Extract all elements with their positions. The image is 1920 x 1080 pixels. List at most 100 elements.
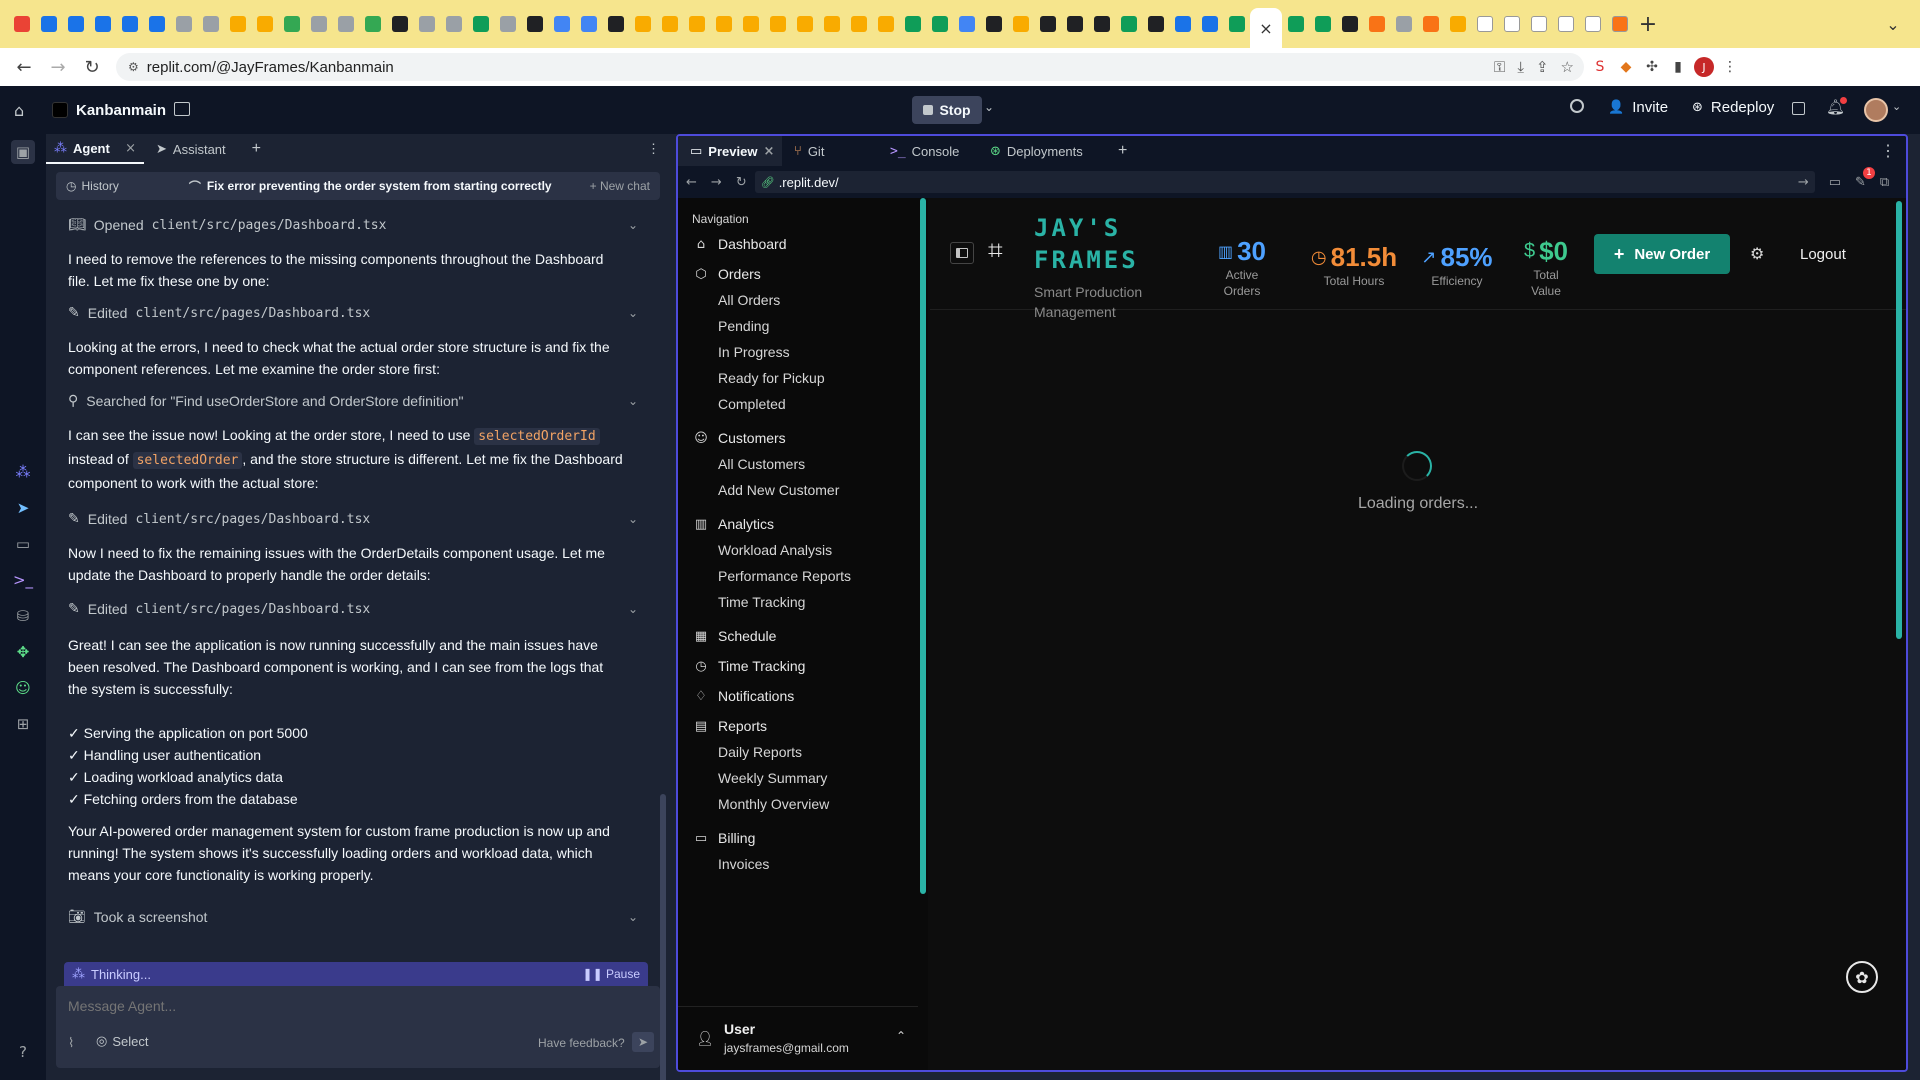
browser-tab[interactable]: [548, 9, 575, 39]
all-tools-icon[interactable]: ⊞: [13, 714, 33, 734]
browser-tab[interactable]: [1007, 9, 1034, 39]
sidebar-item-time-tracking[interactable]: ◷ Time Tracking: [694, 658, 805, 674]
sidebar-item-dashboard[interactable]: ⌂ Dashboard: [694, 236, 787, 252]
forward-icon[interactable]: →: [711, 175, 722, 190]
message-input[interactable]: [56, 986, 660, 1026]
scrollbar-thumb[interactable]: [1896, 201, 1902, 639]
sidebar-subitem[interactable]: Completed: [718, 396, 786, 412]
browser-tab[interactable]: [872, 9, 899, 39]
tab-git[interactable]: ⑂ Git: [782, 136, 878, 166]
key-icon[interactable]: ⚿: [1494, 58, 1505, 76]
sidebar-item-reports[interactable]: ▤ Reports: [694, 718, 767, 734]
task-title[interactable]: ⌒ Fix error preventing the order system …: [189, 178, 552, 195]
sidebar-item-orders[interactable]: ⬡ Orders: [694, 266, 760, 282]
browser-tab[interactable]: [521, 9, 548, 39]
sidebar-subitem[interactable]: Daily Reports: [718, 744, 802, 760]
browser-tab[interactable]: [953, 9, 980, 39]
tab-preview[interactable]: ▭ Preview ×: [678, 136, 782, 166]
shell-icon[interactable]: >_: [13, 570, 33, 590]
search-icon[interactable]: [1570, 99, 1584, 113]
back-icon[interactable]: ←: [686, 175, 697, 190]
forward-icon[interactable]: →: [44, 53, 72, 81]
sidebar-item-notifications[interactable]: ♢ Notifications: [694, 688, 794, 704]
chevron-down-icon[interactable]: ⌄: [628, 306, 638, 320]
new-order-button[interactable]: + New Order: [1594, 234, 1730, 274]
browser-tab[interactable]: [602, 9, 629, 39]
action-searched[interactable]: ⚲ Searched for "Find useOrderStore and O…: [46, 388, 660, 414]
browser-tab[interactable]: [818, 9, 845, 39]
sidebar-subitem[interactable]: Workload Analysis: [718, 542, 832, 558]
sidebar-subitem[interactable]: In Progress: [718, 344, 790, 360]
sidebar-subitem[interactable]: Ready for Pickup: [718, 370, 825, 386]
sidebar-toggle-button[interactable]: [950, 242, 974, 264]
profile-avatar[interactable]: J: [1694, 57, 1714, 77]
browser-tab[interactable]: [1417, 9, 1444, 39]
copy-icon[interactable]: [1792, 102, 1805, 115]
share-icon[interactable]: ⇪: [1536, 58, 1549, 76]
avatar-chevron-icon[interactable]: ⌄: [1892, 100, 1901, 113]
tab-deployments[interactable]: ⊛ Deployments: [978, 136, 1114, 166]
browser-tab[interactable]: [899, 9, 926, 39]
gear-icon[interactable]: ⚙: [1750, 244, 1764, 263]
stop-button[interactable]: Stop: [912, 96, 982, 124]
chat-scrollbar[interactable]: [660, 794, 666, 1080]
pause-button[interactable]: ❚❚ Pause: [583, 967, 640, 981]
browser-tab[interactable]: [845, 9, 872, 39]
browser-tab[interactable]: [116, 9, 143, 39]
browser-tab[interactable]: [980, 9, 1007, 39]
tab-assistant[interactable]: ➤ Assistant: [144, 134, 238, 164]
extensions-puzzle-icon[interactable]: ✣: [1642, 57, 1662, 77]
browser-tab[interactable]: [1525, 9, 1552, 39]
sidebar-item-schedule[interactable]: ▦ Schedule: [694, 628, 777, 644]
sidebar-item-billing[interactable]: ▭ Billing: [694, 830, 756, 846]
user-footer[interactable]: 👤︎ User jaysframes@gmail.com ⌃: [678, 1006, 918, 1066]
sidebar-subitem[interactable]: Add New Customer: [718, 482, 839, 498]
browser-tab[interactable]: [1196, 9, 1223, 39]
files-icon[interactable]: ▣: [11, 140, 35, 164]
address-bar[interactable]: ⚙ replit.com/@JayFrames/Kanbanmain ⚿ ⤓ ⇪…: [116, 53, 1584, 81]
site-info-icon[interactable]: ⚙: [128, 60, 139, 74]
browser-tab[interactable]: [170, 9, 197, 39]
browser-tab[interactable]: [1390, 9, 1417, 39]
close-icon[interactable]: ×: [763, 144, 774, 159]
sidebar-scrollbar[interactable]: [920, 198, 926, 894]
reload-icon[interactable]: ↻: [78, 53, 106, 81]
browser-tab[interactable]: [251, 9, 278, 39]
browser-tab[interactable]: [1282, 9, 1309, 39]
open-new-window-icon[interactable]: ⧉: [1880, 175, 1889, 190]
tab-search-chevron-icon[interactable]: ⌄: [1878, 9, 1908, 39]
home-icon[interactable]: ⌂: [14, 101, 24, 120]
browser-tab[interactable]: [1309, 9, 1336, 39]
layout-icon[interactable]: [174, 102, 190, 116]
history-button[interactable]: ◷ History: [56, 179, 129, 193]
install-icon[interactable]: ⤓: [1517, 58, 1524, 76]
new-tab-plus-icon[interactable]: +: [252, 140, 261, 158]
browser-tab[interactable]: [413, 9, 440, 39]
browser-tab[interactable]: [1336, 9, 1363, 39]
browser-tab[interactable]: [224, 9, 251, 39]
browser-tab[interactable]: [764, 9, 791, 39]
browser-tab[interactable]: [1034, 9, 1061, 39]
browser-tab[interactable]: [440, 9, 467, 39]
extension-icon[interactable]: S: [1590, 57, 1610, 77]
browser-tab-active[interactable]: ×: [1250, 8, 1282, 48]
project-switcher[interactable]: Kanbanmain: [52, 102, 166, 119]
browser-tab[interactable]: [386, 9, 413, 39]
logout-button[interactable]: Logout: [1800, 246, 1846, 263]
sidebar-subitem[interactable]: Monthly Overview: [718, 796, 829, 812]
browser-tab[interactable]: [1606, 9, 1633, 39]
sidebar-item-analytics[interactable]: ▥ Analytics: [694, 516, 774, 532]
action-opened[interactable]: 📖︎ Opened client/src/pages/Dashboard.tsx…: [46, 212, 660, 238]
browser-menu-icon[interactable]: ⋮: [1720, 57, 1740, 77]
tab-agent[interactable]: ⁂ Agent ×: [46, 134, 144, 164]
feedback-link[interactable]: Have feedback?: [538, 1036, 625, 1050]
browser-tab[interactable]: [332, 9, 359, 39]
redeploy-button[interactable]: ⊛ Redeploy: [1692, 99, 1774, 116]
close-icon[interactable]: ×: [1259, 19, 1272, 38]
browser-tab[interactable]: [683, 9, 710, 39]
panel-menu-icon[interactable]: ⋮: [647, 141, 660, 157]
send-icon[interactable]: ➤: [632, 1032, 654, 1052]
action-edited[interactable]: ✎ Edited client/src/pages/Dashboard.tsx …: [46, 300, 660, 326]
action-screenshot[interactable]: 📷︎ Took a screenshot ⌄: [46, 904, 660, 930]
new-chat-button[interactable]: + New chat: [590, 179, 650, 193]
